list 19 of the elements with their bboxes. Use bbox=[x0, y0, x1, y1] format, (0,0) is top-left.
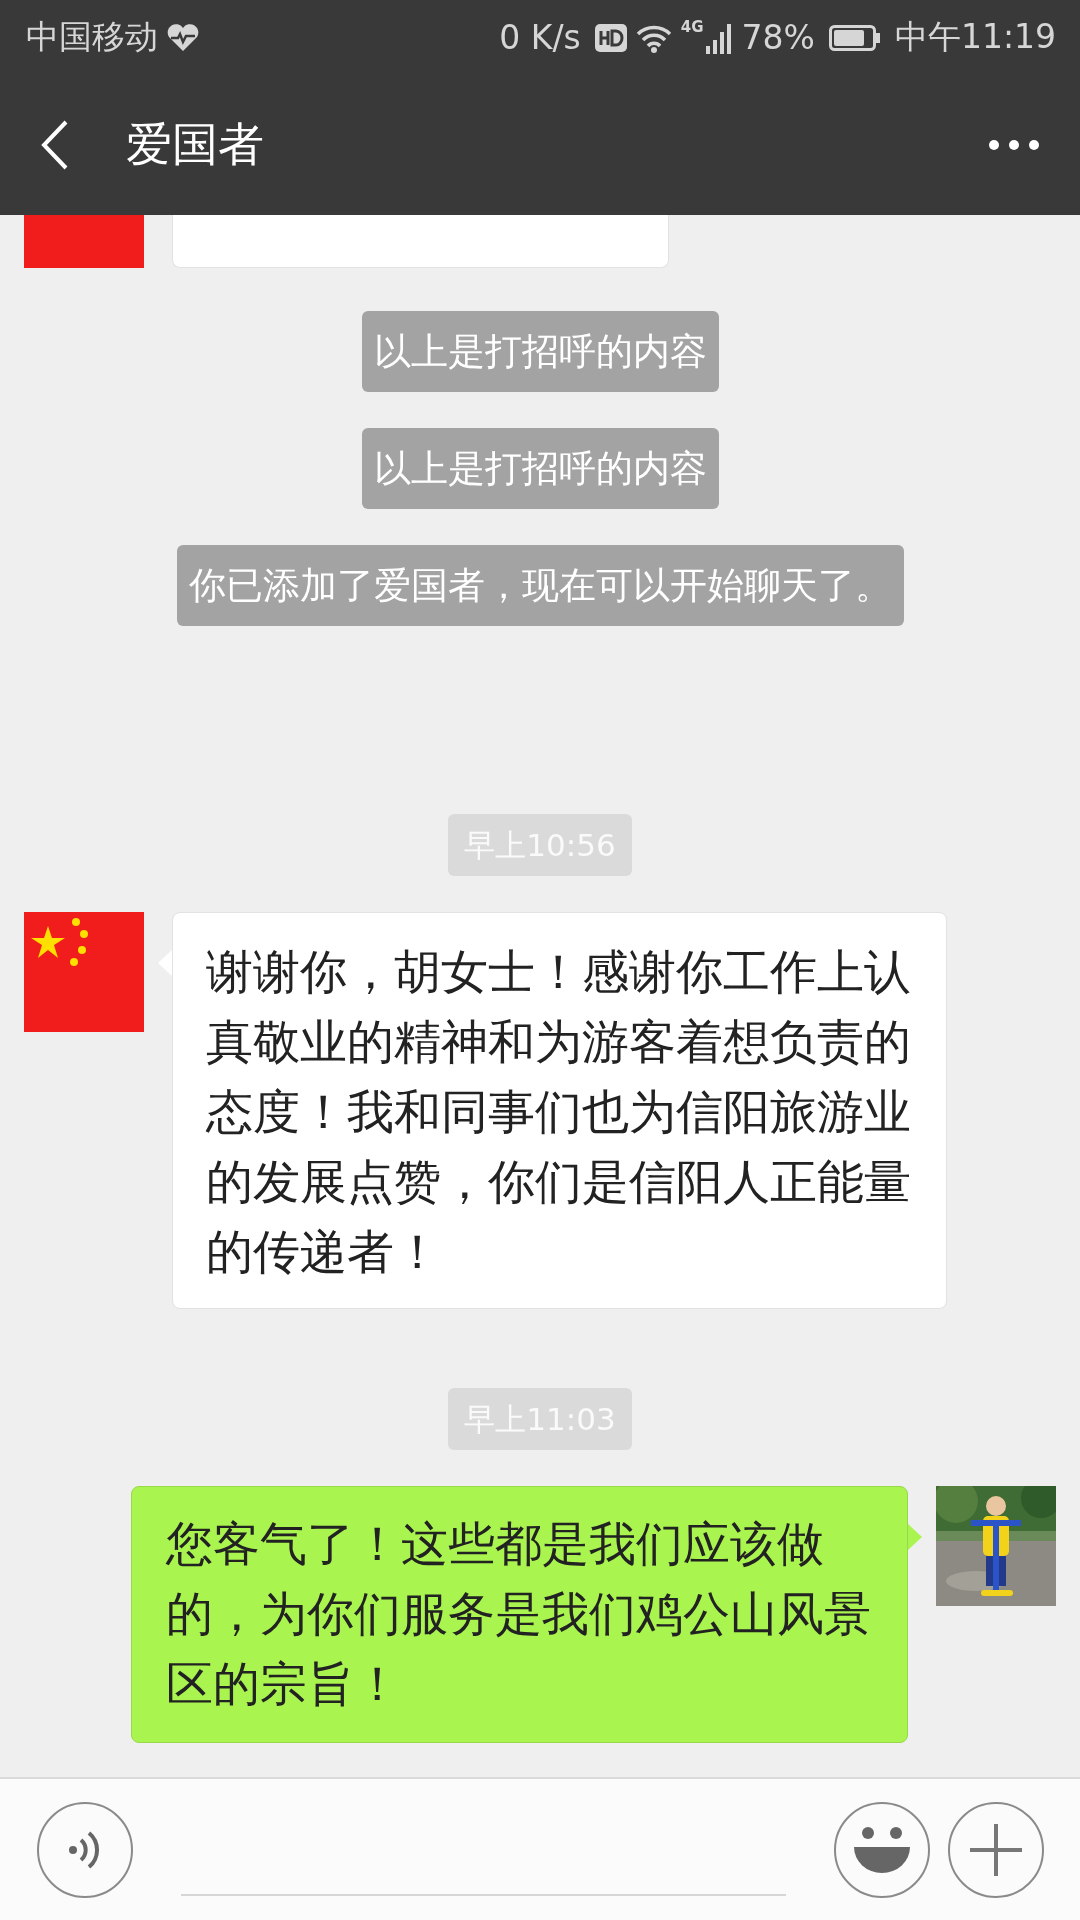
back-button[interactable] bbox=[40, 119, 70, 171]
network-label: 4G bbox=[680, 17, 704, 36]
heart-icon bbox=[166, 22, 200, 53]
battery-icon bbox=[828, 24, 881, 51]
battery-percent: 78% bbox=[741, 18, 815, 57]
carrier: 中国移动 bbox=[26, 16, 158, 58]
system-note: 你已添加了爱国者，现在可以开始聊天了。 bbox=[176, 545, 904, 626]
signal-icon bbox=[705, 21, 734, 54]
clock: 中午11:19 bbox=[894, 16, 1056, 58]
network-speed: 0 K/s bbox=[499, 18, 581, 57]
chat-title: 爱国者 bbox=[126, 116, 265, 173]
plus-button[interactable] bbox=[948, 1801, 1044, 1898]
emoji-button[interactable] bbox=[834, 1801, 930, 1898]
more-button[interactable] bbox=[988, 139, 1040, 151]
voice-button[interactable] bbox=[37, 1801, 133, 1898]
system-note: 以上是打招呼的内容 bbox=[361, 311, 719, 392]
hd-icon bbox=[594, 23, 627, 52]
system-note: 以上是打招呼的内容 bbox=[361, 428, 719, 509]
plus-icon[interactable] bbox=[968, 1821, 1024, 1878]
